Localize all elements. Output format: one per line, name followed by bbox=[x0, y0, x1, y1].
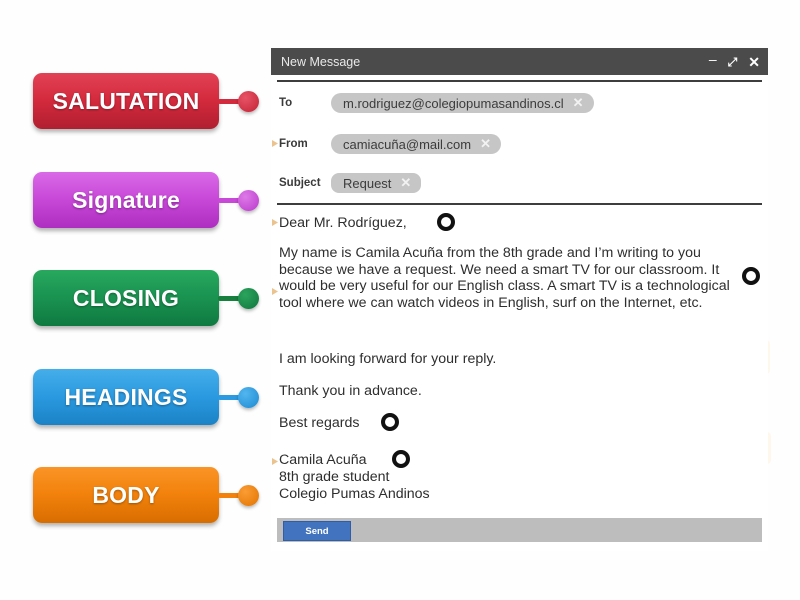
remove-chip-icon[interactable]: ✕ bbox=[400, 175, 418, 191]
subject-chip[interactable]: Request ✕ bbox=[331, 173, 422, 193]
drop-target-body[interactable] bbox=[742, 267, 760, 285]
tile-body[interactable]: HEADINGS bbox=[33, 369, 219, 425]
tile-knob[interactable] bbox=[238, 288, 259, 309]
email-salutation: Dear Mr. Rodríguez, bbox=[279, 215, 407, 231]
tile-label: CLOSING bbox=[72, 284, 180, 311]
tile-body[interactable]: SALUTATION bbox=[33, 73, 219, 129]
compose-footer: Send bbox=[277, 518, 762, 542]
minimize-icon[interactable]: – bbox=[709, 52, 717, 66]
email-signature-school: Colegio Pumas Andinos bbox=[279, 486, 430, 502]
divider-top bbox=[277, 80, 762, 82]
email-line-thanks: Thank you in advance. bbox=[279, 383, 422, 399]
tile-body[interactable]: CLOSING bbox=[33, 270, 219, 326]
field-row-to[interactable]: To m.rodriguez@colegiopumasandinos.cl ✕ bbox=[279, 92, 594, 114]
tile-knob[interactable] bbox=[238, 387, 259, 408]
field-label-from: From bbox=[279, 138, 308, 150]
drop-target-signature[interactable] bbox=[392, 450, 410, 468]
email-signature-role: 8th grade student bbox=[279, 469, 390, 485]
window-title: New Message bbox=[281, 54, 361, 69]
tile-knob[interactable] bbox=[238, 485, 259, 506]
window-titlebar: New Message – ⤢ ✕ bbox=[271, 48, 768, 75]
sender-address: camiacuña@mail.com bbox=[343, 136, 472, 152]
remove-chip-icon[interactable]: ✕ bbox=[573, 95, 591, 111]
drag-handle-marker[interactable] bbox=[272, 140, 278, 147]
remove-chip-icon[interactable]: ✕ bbox=[480, 136, 498, 152]
tile-body[interactable]: Signature bbox=[33, 172, 219, 228]
tile-label: BODY bbox=[92, 481, 160, 508]
drop-target-closing[interactable] bbox=[381, 413, 399, 431]
tile-knob[interactable] bbox=[238, 190, 259, 211]
maximize-icon[interactable]: ⤢ bbox=[728, 56, 738, 68]
drop-target-salutation[interactable] bbox=[437, 213, 455, 231]
recipient-chip-to[interactable]: m.rodriguez@colegiopumasandinos.cl ✕ bbox=[331, 93, 594, 113]
subject-value: Request bbox=[343, 175, 392, 191]
email-closing: Best regards bbox=[279, 415, 360, 431]
worksheet-canvas: SALUTATION Signature CLOSING HEADINGS BO… bbox=[0, 0, 800, 600]
drag-handle-marker[interactable] bbox=[272, 288, 278, 295]
field-label-subject: Subject bbox=[279, 177, 321, 189]
tile-knob[interactable] bbox=[238, 91, 259, 112]
drag-handle-marker[interactable] bbox=[272, 219, 278, 226]
label-tile-closing[interactable]: CLOSING bbox=[33, 270, 263, 326]
email-line-reply: I am looking forward for your reply. bbox=[279, 351, 497, 367]
drag-handle-marker[interactable] bbox=[272, 458, 278, 465]
label-tile-signature[interactable]: Signature bbox=[33, 172, 263, 228]
tile-label: HEADINGS bbox=[64, 383, 188, 410]
recipient-address: m.rodriguez@colegiopumasandinos.cl bbox=[343, 95, 564, 111]
send-button[interactable]: Send bbox=[283, 521, 351, 541]
label-tile-salutation[interactable]: SALUTATION bbox=[33, 73, 263, 129]
tile-label: SALUTATION bbox=[52, 87, 200, 114]
email-compose-window: New Message – ⤢ ✕ To m.rodriguez@colegio… bbox=[271, 48, 768, 551]
divider-header-body bbox=[277, 203, 762, 205]
window-controls: – ⤢ ✕ bbox=[709, 52, 760, 69]
tile-body[interactable]: BODY bbox=[33, 467, 219, 523]
send-button-label: Send bbox=[305, 525, 329, 537]
field-row-from[interactable]: From camiacuña@mail.com ✕ bbox=[279, 133, 501, 155]
email-paragraph: My name is Camila Acuña from the 8th gra… bbox=[279, 245, 730, 311]
tile-label: Signature bbox=[72, 186, 180, 213]
email-signature-name: Camila Acuña bbox=[279, 452, 367, 468]
recipient-chip-from[interactable]: camiacuña@mail.com ✕ bbox=[331, 134, 501, 154]
label-tile-body[interactable]: BODY bbox=[33, 467, 263, 523]
field-label-to: To bbox=[279, 97, 293, 109]
field-row-subject[interactable]: Subject Request ✕ bbox=[279, 172, 422, 194]
label-tile-headings[interactable]: HEADINGS bbox=[33, 369, 263, 425]
close-icon[interactable]: ✕ bbox=[748, 55, 760, 69]
